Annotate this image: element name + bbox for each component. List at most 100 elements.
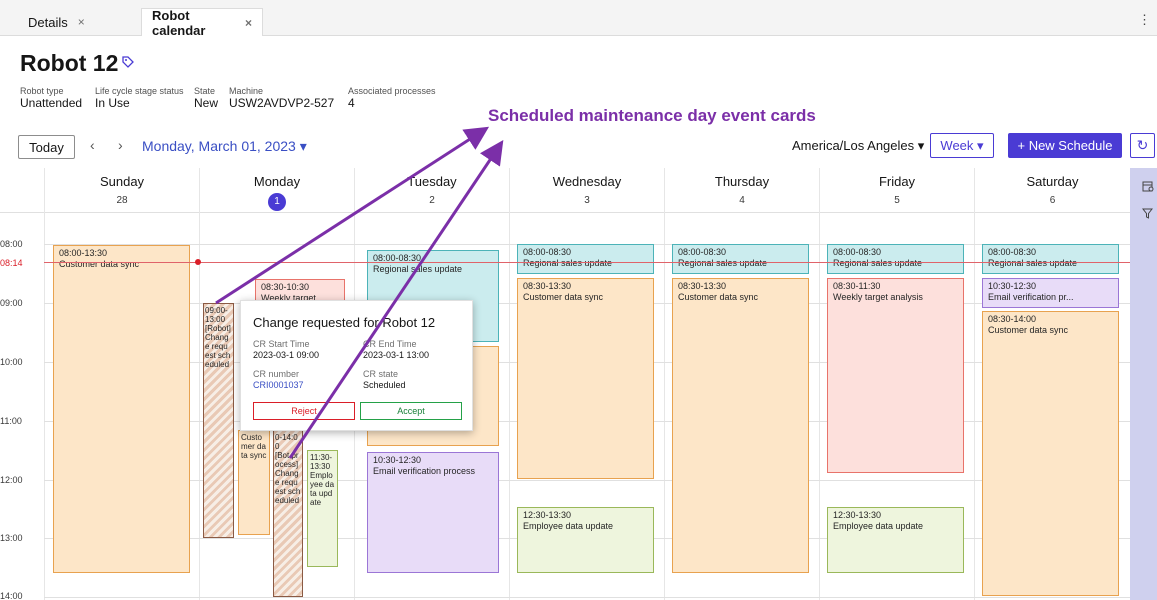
event-title: Customer data sync bbox=[59, 259, 140, 269]
day-date: 4 bbox=[739, 195, 745, 206]
event-time: 08:30-13:30 bbox=[523, 281, 572, 291]
meta-value: 4 bbox=[348, 96, 355, 110]
day-name: Monday bbox=[253, 174, 301, 189]
field-value: 2023-03-1 09:00 bbox=[253, 350, 320, 360]
page-title: Robot 12 bbox=[20, 50, 119, 76]
event-regional-sales-update[interactable]: 08:00-08:30 Regional sales update bbox=[982, 244, 1119, 274]
event-title: Customer data sync bbox=[523, 292, 604, 302]
event-time: 08:30-10:30 bbox=[261, 282, 310, 292]
change-request-popover: Change requested for Robot 12 CR Start T… bbox=[240, 300, 473, 431]
meta-value: In Use bbox=[95, 96, 130, 110]
field-label: CR End Time bbox=[363, 339, 417, 349]
day-date: 28 bbox=[116, 195, 128, 206]
event-customer-data-sync[interactable]: Customer data sync bbox=[238, 430, 270, 535]
event-email-verification[interactable]: 10:30-12:30 Email verification process bbox=[367, 452, 499, 573]
event-employee-data-update[interactable]: 12:30-13:30 Employee data update bbox=[517, 507, 654, 573]
calendar-settings-icon[interactable] bbox=[1142, 180, 1154, 195]
new-schedule-button[interactable]: + New Schedule bbox=[1008, 133, 1122, 158]
tab-details[interactable]: Details × bbox=[18, 8, 140, 36]
meta-label: State bbox=[194, 86, 216, 96]
event-time: 08:00-08:30 bbox=[678, 247, 727, 257]
event-employee-data-update[interactable]: 12:30-13:30 Employee data update bbox=[827, 507, 964, 573]
day-header-wednesday[interactable]: Wednesday 3 bbox=[509, 168, 664, 212]
event-title: Email verification process bbox=[373, 466, 476, 476]
cr-number-link[interactable]: CRI0001037 bbox=[253, 380, 304, 390]
event-regional-sales-update[interactable]: 08:00-08:30 Regional sales update bbox=[517, 244, 654, 274]
current-time-line bbox=[44, 262, 1157, 263]
column-divider bbox=[44, 168, 45, 600]
day-date: 5 bbox=[894, 195, 900, 206]
event-customer-data-sync[interactable]: 08:30-14:00 Customer data sync bbox=[982, 311, 1119, 596]
event-title: Regional sales update bbox=[988, 258, 1078, 268]
meta-lifecycle: Life cycle stage status In Use bbox=[95, 86, 184, 110]
meta-value: USW2AVDVP2-527 bbox=[229, 96, 335, 110]
close-icon[interactable]: × bbox=[78, 15, 85, 29]
day-date: 2 bbox=[429, 195, 435, 206]
event-weekly-target-analysis[interactable]: 08:30-11:30 Weekly target analysis bbox=[827, 278, 964, 473]
hour-line bbox=[44, 597, 1130, 598]
next-week-icon[interactable]: › bbox=[118, 137, 123, 153]
hour-label: 14:00 bbox=[0, 591, 23, 600]
meta-label: Associated processes bbox=[348, 86, 436, 96]
timezone-selector[interactable]: America/Los Angeles ▾ bbox=[792, 138, 924, 154]
event-customer-data-sync[interactable]: 08:00-13:30 Customer data sync bbox=[53, 245, 190, 573]
event-change-request-bot-process[interactable]: 0-14:00 [Bot process] Change request sch… bbox=[273, 430, 303, 597]
reject-button[interactable]: Reject bbox=[253, 402, 355, 420]
today-button[interactable]: Today bbox=[18, 135, 75, 159]
event-time: 08:00-08:30 bbox=[833, 247, 882, 257]
event-title: Regional sales update bbox=[678, 258, 768, 268]
meta-robot-type: Robot type Unattended bbox=[20, 86, 82, 110]
event-customer-data-sync[interactable]: 08:30-13:30 Customer data sync bbox=[517, 278, 654, 479]
column-divider bbox=[199, 168, 200, 600]
day-header-sunday[interactable]: Sunday 28 bbox=[44, 168, 199, 212]
event-regional-sales-update[interactable]: 08:00-08:30 Regional sales update bbox=[672, 244, 809, 274]
accept-button[interactable]: Accept bbox=[360, 402, 462, 420]
day-header-monday[interactable]: Monday 1 bbox=[199, 168, 354, 212]
day-header-friday[interactable]: Friday 5 bbox=[819, 168, 974, 212]
day-header-saturday[interactable]: Saturday 6 bbox=[974, 168, 1130, 212]
event-time: 12:30-13:30 bbox=[833, 510, 882, 520]
close-icon[interactable]: × bbox=[245, 16, 252, 30]
event-change-request-robot[interactable]: 09:00-13:00 [Robot] Change request sched… bbox=[203, 303, 234, 538]
event-customer-data-sync[interactable]: 08:30-13:30 Customer data sync bbox=[672, 278, 809, 573]
field-label: CR state bbox=[363, 369, 399, 379]
hour-label: 11:00 bbox=[0, 416, 22, 426]
event-email-verification[interactable]: 10:30-12:30 Email verification pr... bbox=[982, 278, 1119, 308]
hour-label: 10:00 bbox=[0, 357, 23, 367]
current-time-dot bbox=[195, 259, 201, 265]
event-title: Regional sales update bbox=[833, 258, 923, 268]
event-time: 08:30-13:30 bbox=[678, 281, 727, 291]
refresh-icon[interactable]: ↻ bbox=[1130, 133, 1155, 158]
hour-label: 13:00 bbox=[0, 533, 23, 543]
day-header-tuesday[interactable]: Tuesday 2 bbox=[354, 168, 509, 212]
day-header-thursday[interactable]: Thursday 4 bbox=[664, 168, 819, 212]
event-time: 10:30-12:30 bbox=[988, 281, 1037, 291]
event-title: Weekly target analysis bbox=[833, 292, 923, 302]
filter-icon[interactable] bbox=[1141, 208, 1154, 222]
tab-robot-calendar[interactable]: Robot calendar × bbox=[141, 8, 263, 38]
event-title: [Robot] Change request scheduled bbox=[205, 324, 231, 369]
tab-bar: Details × Robot calendar × ⋮ bbox=[0, 0, 1157, 38]
meta-label: Robot type bbox=[20, 86, 64, 96]
view-selector[interactable]: Week ▾ bbox=[930, 133, 994, 158]
event-employee-data-update[interactable]: 11:30-13:30 Employee data update bbox=[307, 450, 338, 567]
event-time: 08:00-08:30 bbox=[988, 247, 1037, 257]
meta-value: New bbox=[194, 96, 219, 110]
event-title: Regional sales update bbox=[373, 264, 463, 274]
event-regional-sales-update[interactable]: 08:00-08:30 Regional sales update bbox=[827, 244, 964, 274]
tag-icon[interactable] bbox=[122, 56, 134, 71]
event-title: Customer data sync bbox=[678, 292, 759, 302]
column-divider bbox=[974, 168, 975, 600]
event-time: 0-14:00 bbox=[275, 433, 298, 451]
day-name: Tuesday bbox=[407, 174, 457, 189]
prev-week-icon[interactable]: ‹ bbox=[90, 137, 95, 153]
day-name: Saturday bbox=[1026, 174, 1079, 189]
cr-state: CR state Scheduled bbox=[363, 369, 406, 390]
event-time: 10:30-12:30 bbox=[373, 455, 422, 465]
event-time: 08:00-08:30 bbox=[523, 247, 572, 257]
event-title: Employee data update bbox=[310, 471, 335, 507]
event-title: Customer data sync bbox=[241, 433, 267, 460]
overflow-menu-icon[interactable]: ⋮ bbox=[1138, 12, 1151, 28]
date-selector[interactable]: Monday, March 01, 2023 ▾ bbox=[142, 138, 307, 155]
day-date: 3 bbox=[584, 195, 590, 206]
